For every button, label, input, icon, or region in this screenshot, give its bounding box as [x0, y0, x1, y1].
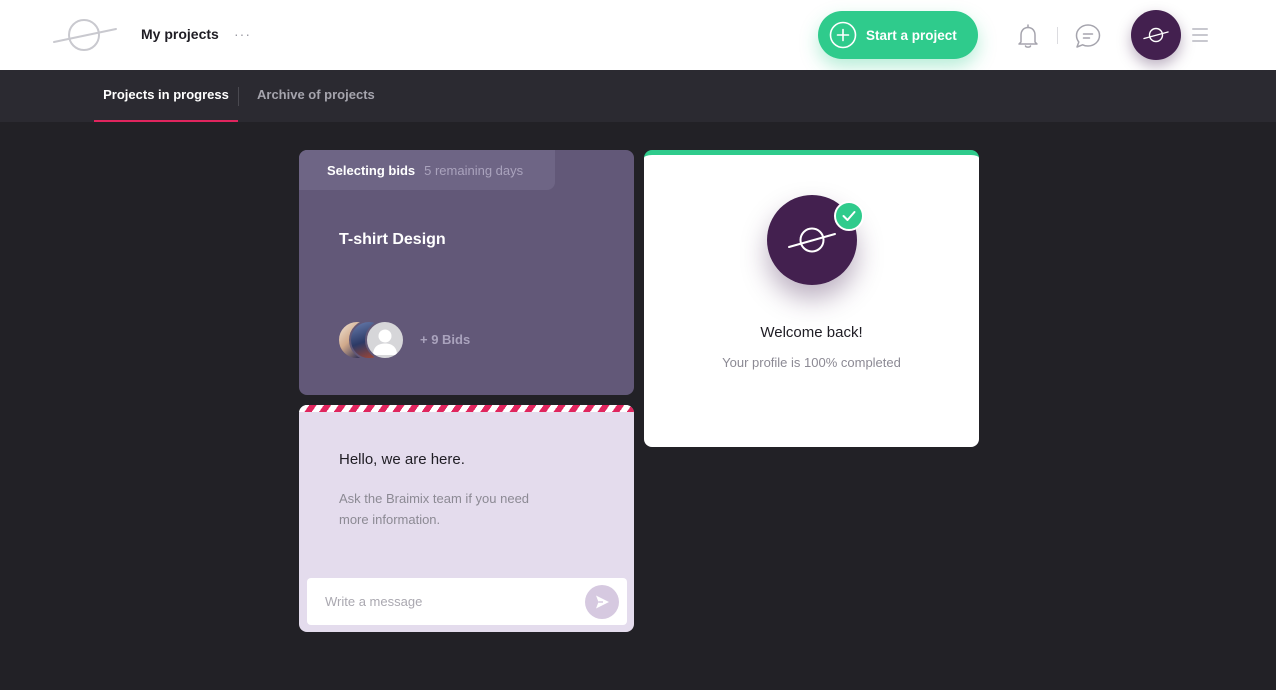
project-card[interactable]: Selecting bids 5 remaining days T-shirt …	[299, 150, 634, 395]
remaining-days: 5 remaining days	[424, 162, 524, 178]
bidder-avatar	[365, 320, 405, 360]
top-bar: My projects ··· Start a project	[0, 0, 1276, 70]
tab-projects-in-progress[interactable]: Projects in progress	[94, 70, 238, 122]
project-title: T-shirt Design	[339, 231, 446, 248]
header-divider	[1057, 27, 1058, 44]
start-project-button[interactable]: Start a project	[818, 11, 978, 59]
page-title: My projects	[141, 26, 219, 42]
start-project-label: Start a project	[866, 27, 957, 43]
send-icon	[596, 595, 609, 609]
help-title: Hello, we are here.	[339, 451, 465, 468]
welcome-title: Welcome back!	[760, 324, 863, 341]
bell-icon[interactable]	[1014, 22, 1042, 50]
logo-icon	[1143, 27, 1169, 43]
more-options-button[interactable]: ···	[234, 26, 251, 42]
tab-archive-of-projects[interactable]: Archive of projects	[257, 70, 375, 122]
chat-icon[interactable]	[1073, 22, 1103, 50]
status-label: Selecting bids	[327, 162, 416, 178]
message-composer	[307, 578, 627, 625]
check-icon	[834, 201, 864, 231]
status-badge: Selecting bids 5 remaining days	[299, 150, 555, 190]
send-button[interactable]	[585, 585, 619, 619]
tab-divider	[238, 87, 239, 106]
logo-icon	[788, 227, 836, 253]
help-text: Ask the Braimix team if you need more in…	[339, 491, 530, 527]
decorative-stripe	[299, 405, 634, 412]
user-avatar[interactable]	[1131, 10, 1181, 60]
project-tabs: Projects in progress Archive of projects	[0, 70, 1276, 122]
logo-icon[interactable]	[52, 16, 118, 54]
bidder-avatars	[337, 320, 417, 360]
welcome-card: Welcome back! Your profile is 100% compl…	[644, 150, 979, 447]
plus-circle-icon	[829, 21, 857, 49]
profile-completion-text: Your profile is 100% completed	[722, 355, 901, 370]
bids-count: + 9 Bids	[420, 332, 471, 347]
user-placeholder-icon	[373, 329, 397, 355]
help-card: Hello, we are here. Ask the Braimix team…	[299, 405, 634, 632]
message-input[interactable]	[325, 578, 575, 625]
menu-icon[interactable]	[1192, 28, 1208, 42]
